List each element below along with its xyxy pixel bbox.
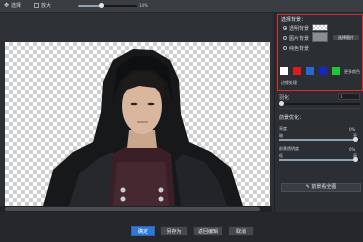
right-panel: 选择背景： 透明背景 图片背景 选择图片 纯色背景 更多颜色 边缘处理 羽化 1… [274, 13, 363, 212]
image-bg-label: 图片背景 [289, 36, 310, 42]
save-as-button[interactable]: 另存为 [160, 226, 188, 236]
opacity-slider-fill [279, 159, 356, 161]
brightness-value: 0% [349, 127, 356, 132]
transparent-bg-label: 透明背景 [289, 26, 310, 32]
solid-bg-label: 纯色背景 [289, 46, 310, 52]
select-label: 选择 [11, 3, 22, 9]
back-to-edit-button[interactable]: 返回编辑 [193, 226, 223, 236]
feather-value: 1 [340, 94, 343, 99]
swatch-dark-blue[interactable] [319, 67, 327, 75]
feather-input[interactable]: 1 [338, 93, 360, 100]
select-tool[interactable]: ✥ 选择 [4, 2, 21, 9]
swatch-green[interactable] [332, 67, 340, 75]
brightness-slider[interactable] [279, 137, 360, 142]
solid-bg-radio[interactable] [283, 46, 287, 50]
footer-bar: 确定 另存为 返回编辑 取消 [0, 212, 363, 242]
bg-section-title: 选择背景： [281, 17, 307, 23]
toggle-3 [158, 187, 164, 193]
left-eye [130, 102, 138, 106]
toggle-4 [158, 196, 164, 202]
feather-slider-knob[interactable] [279, 101, 284, 106]
choose-image-button[interactable]: 选择图片 [332, 34, 360, 41]
canvas-area [0, 13, 272, 206]
brightness-slider-fill [279, 139, 356, 141]
image-bg-preview [312, 32, 328, 42]
toolbar: ✥ 选择 放大 14% [0, 0, 363, 13]
transparent-preview [312, 24, 328, 31]
toggle-1 [120, 187, 126, 193]
zoom-slider-fill [78, 5, 102, 7]
brush-icon: ✎ [305, 184, 310, 190]
zoom-slider-knob[interactable] [99, 3, 105, 8]
more-colors-link[interactable]: 更多颜色 [344, 69, 360, 75]
zoom-slider[interactable] [78, 3, 137, 8]
swatch-red[interactable] [293, 67, 301, 75]
transparent-canvas[interactable] [5, 42, 270, 206]
toggle-2 [120, 196, 126, 202]
opacity-slider[interactable] [279, 157, 360, 162]
opacity-slider-knob[interactable] [353, 157, 359, 162]
swatch-white[interactable] [280, 67, 288, 75]
preview-full-label: 前景看全图 [311, 184, 337, 190]
adjust-section-title: 前景优化： [279, 115, 305, 121]
cancel-button[interactable]: 取消 [228, 226, 254, 236]
scrollbar-thumb[interactable] [5, 207, 260, 211]
divider [279, 108, 361, 109]
zoom-icon [34, 3, 39, 8]
opacity-label: 前景透明度 [279, 146, 299, 151]
zoom-value: 14% [139, 3, 148, 8]
opacity-value: 0% [349, 147, 356, 152]
right-eye [147, 102, 155, 106]
ok-button[interactable]: 确定 [131, 226, 155, 236]
swatch-blue[interactable] [306, 67, 314, 75]
move-icon: ✥ [4, 2, 10, 9]
brightness-slider-knob[interactable] [353, 137, 359, 142]
zoom-label: 放大 [41, 3, 52, 9]
feather-slider[interactable] [279, 101, 360, 106]
transparent-bg-radio[interactable] [283, 26, 287, 30]
feather-label: 羽化 [279, 95, 290, 101]
edge-label: 边缘处理 [281, 80, 297, 85]
brightness-label: 亮度 [279, 126, 287, 131]
cutout-portrait [43, 49, 243, 206]
preview-full-button[interactable]: ✎ 前景看全图 [281, 183, 361, 192]
zoom-tool[interactable]: 放大 [34, 2, 51, 9]
image-bg-radio[interactable] [283, 36, 287, 40]
